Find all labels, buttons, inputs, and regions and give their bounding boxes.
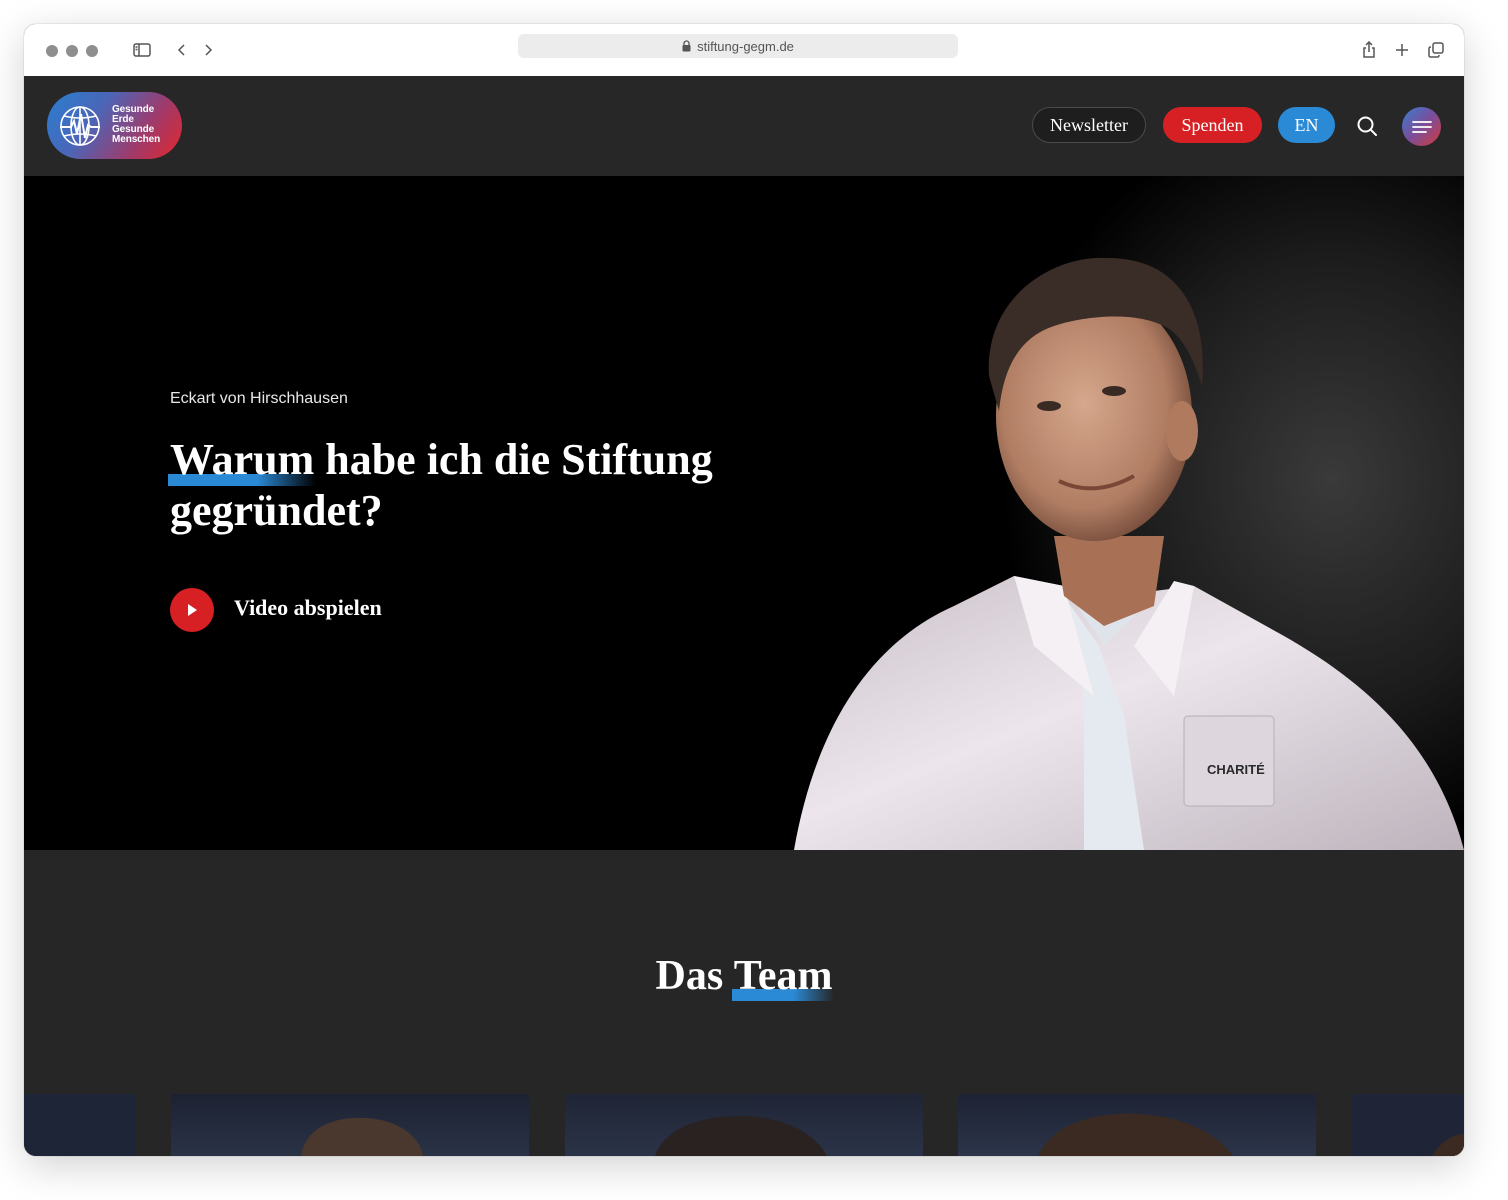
team-title-plain: Das xyxy=(655,953,734,999)
lock-icon xyxy=(682,40,691,52)
logo[interactable]: Gesunde Erde Gesunde Menschen xyxy=(47,92,182,159)
close-window-button[interactable] xyxy=(46,45,58,57)
play-video-label[interactable]: Video abspielen xyxy=(234,595,382,621)
address-bar[interactable]: stiftung-gegm.de xyxy=(518,34,958,58)
url-text: stiftung-gegm.de xyxy=(697,38,794,54)
team-member-card[interactable] xyxy=(1352,1094,1464,1156)
language-switch-button[interactable]: EN xyxy=(1278,107,1335,143)
hero-title-highlight: Warum xyxy=(170,435,315,484)
menu-button[interactable] xyxy=(1402,107,1441,146)
hero-title: Warum habe ich die Stiftung gegründet? xyxy=(168,434,770,536)
new-tab-icon[interactable] xyxy=(1390,38,1414,62)
donate-button[interactable]: Spenden xyxy=(1163,107,1262,143)
team-member-card[interactable] xyxy=(958,1094,1316,1156)
team-member-card[interactable] xyxy=(171,1094,529,1156)
team-section-title: Das Team xyxy=(24,952,1464,1001)
search-icon[interactable] xyxy=(1356,115,1378,137)
globe-heartbeat-icon xyxy=(60,106,100,146)
logo-text-line: Menschen xyxy=(112,134,161,145)
site-header: Gesunde Erde Gesunde Menschen Newsletter… xyxy=(24,76,1464,176)
play-video-button[interactable] xyxy=(170,588,214,632)
back-icon[interactable] xyxy=(170,38,194,62)
forward-icon[interactable] xyxy=(196,38,220,62)
newsletter-button[interactable]: Newsletter xyxy=(1032,107,1146,143)
minimize-window-button[interactable] xyxy=(66,45,78,57)
zoom-window-button[interactable] xyxy=(86,45,98,57)
play-icon xyxy=(188,604,197,616)
hamburger-icon xyxy=(1411,120,1432,133)
team-member-card[interactable] xyxy=(565,1094,923,1156)
tab-overview-icon[interactable] xyxy=(1424,38,1448,62)
browser-window: stiftung-gegm.de Gesunde Erde Gesunde Me… xyxy=(24,24,1464,1156)
hero-section: CHARITÉ Eckart von Hirschhausen Warum ha… xyxy=(24,176,1464,850)
team-member-card[interactable] xyxy=(24,1094,136,1156)
hero-eyebrow: Eckart von Hirschhausen xyxy=(170,390,348,407)
share-icon[interactable] xyxy=(1357,38,1381,62)
badge-text: CHARITÉ xyxy=(1207,762,1265,777)
sidebar-toggle-icon[interactable] xyxy=(130,38,154,62)
browser-toolbar: stiftung-gegm.de xyxy=(24,24,1464,77)
team-title-highlight: Team xyxy=(733,953,833,999)
